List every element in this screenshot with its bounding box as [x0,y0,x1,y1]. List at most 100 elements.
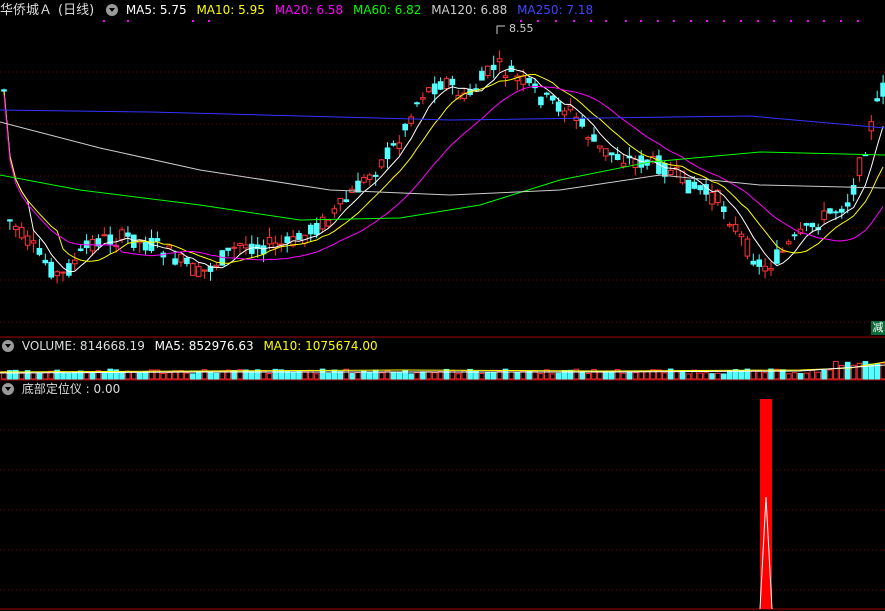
volume-bar [508,371,515,380]
volume-bar [426,371,432,380]
volume-bar [703,372,709,380]
signal-dot [757,20,759,22]
candlestick [437,81,444,90]
indicator-name: 底部定位仪 [21,382,82,396]
ma10-label: MA10: 5.95 [196,3,265,17]
signal-dot [605,20,607,22]
scale-toggle-button[interactable]: 减 [871,321,885,335]
volume-bar [662,372,668,380]
volume-bar [225,369,231,380]
volume-bar [302,371,308,380]
candlestick [538,96,544,106]
candlestick [520,75,527,85]
candlestick [77,248,84,252]
candlestick [331,208,338,214]
candlestick [18,226,25,239]
volume-ma10-label: MA10: 1075674.00 [263,339,378,353]
signal-dot [590,20,592,22]
candlestick [426,87,432,93]
candlestick [266,236,273,245]
candlestick [785,241,792,245]
candlestick [172,258,178,265]
volume-bar [833,360,839,380]
candlestick [827,208,833,214]
candlestick [833,211,839,214]
candlestick [502,75,509,79]
signal-dot [640,20,642,22]
peak-price-label: 8.55 [509,22,534,35]
volume-bar [549,373,556,380]
candlestick [608,152,615,156]
candlestick [384,147,391,160]
volume-bar [367,372,373,380]
chart-canvas[interactable]: 8.55 [0,0,885,611]
candlestick [591,134,597,142]
candlestick [119,229,125,240]
ma5-label: MA5: 5.75 [125,3,187,17]
candlestick [880,82,885,97]
candlestick [485,65,491,77]
chevron-down-icon[interactable] [106,4,118,16]
candlestick [585,137,591,140]
candlestick [195,266,202,277]
candlestick [72,259,78,265]
candlestick [791,234,798,237]
volume-bar [844,361,851,380]
volume-bar [331,369,338,380]
candlestick [821,210,827,221]
volume-bar [443,368,450,380]
signal-dot [807,20,809,22]
candlestick [597,145,603,149]
volume-bar [396,371,403,380]
volume-panel-header: VOLUME: 814668.19 MA5: 852976.63 MA10: 1… [0,337,384,355]
volume-bar [207,372,214,380]
signal-dot [790,20,792,22]
candlestick [24,235,31,246]
volume-bar [673,371,680,380]
ma20-label: MA20: 6.58 [274,3,344,17]
candlestick [213,264,220,268]
candlestick [662,163,668,177]
chevron-down-icon[interactable] [2,383,14,395]
volume-bar [296,371,302,380]
volume-bar [408,373,414,380]
volume-bar [390,372,397,380]
volume-bar [626,371,633,380]
candlestick [48,261,55,278]
candlestick [296,233,302,240]
volume-bar [815,371,822,380]
volume-bar [514,372,521,380]
volume-bar [190,373,196,380]
candlestick [325,219,332,227]
chevron-down-icon[interactable] [2,340,14,352]
candlestick [308,224,314,235]
peak-marker [496,25,505,34]
candlestick [178,253,184,263]
candlestick [744,238,751,257]
candlestick [762,265,768,272]
candlestick [449,78,456,86]
volume-bar [414,372,420,380]
volume-bar [349,373,355,380]
volume-bar [485,372,491,380]
candlestick [36,248,43,255]
stock-name: 华侨城Ａ [0,3,53,18]
volume-bar [325,372,332,380]
volume-bar [473,370,479,380]
candlestick [685,179,692,194]
candlestick [490,64,497,71]
candlestick [142,241,149,251]
volume-bar [526,370,532,380]
candlestick [603,148,609,157]
volume-label: VOLUME: 814668.19 [21,339,145,353]
ma250-line [0,109,885,129]
volume-bar [803,372,810,380]
volume-bar [490,372,497,380]
candlestick [443,78,450,89]
candlestick [756,259,763,267]
volume-bar [579,371,586,380]
candlestick [190,263,196,276]
volume-bar [632,372,639,380]
volume-bar [89,371,96,380]
volume-ma-line [0,361,885,373]
